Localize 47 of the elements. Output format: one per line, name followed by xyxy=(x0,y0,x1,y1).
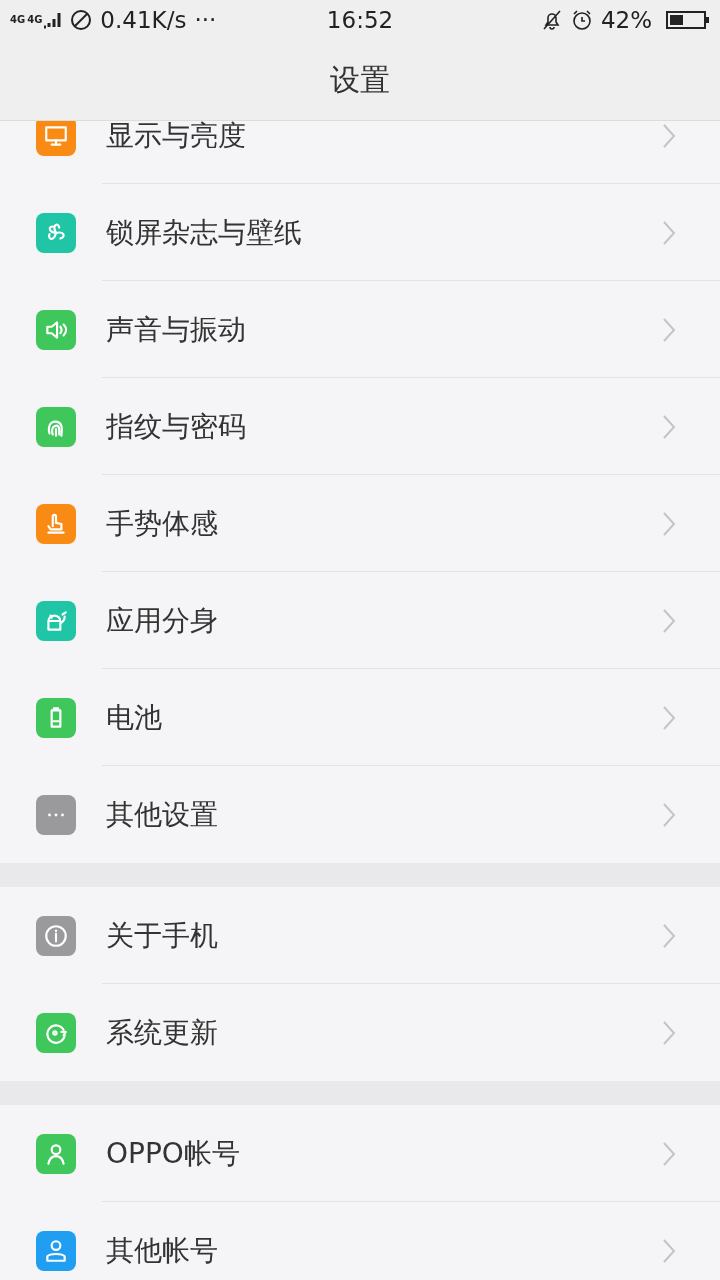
settings-item[interactable]: 手势体感 xyxy=(0,475,720,572)
chevron-right-icon xyxy=(662,1140,676,1167)
item-label: 锁屏杂志与壁纸 xyxy=(106,214,303,251)
item-label: OPPO帐号 xyxy=(106,1135,241,1172)
chevron-right-icon xyxy=(662,219,676,246)
item-label: 声音与振动 xyxy=(106,311,247,348)
settings-item[interactable]: 锁屏杂志与壁纸 xyxy=(0,184,720,281)
settings-item[interactable]: 声音与振动 xyxy=(0,281,720,378)
chevron-right-icon xyxy=(662,801,676,828)
item-label: 关于手机 xyxy=(106,917,219,954)
item-label: 系统更新 xyxy=(106,1014,219,1051)
settings-item[interactable]: OPPO帐号 xyxy=(0,1105,720,1202)
settings-item[interactable]: 电池 xyxy=(0,669,720,766)
settings-item[interactable]: 应用分身 xyxy=(0,572,720,669)
chevron-right-icon xyxy=(662,1019,676,1046)
item-label: 电池 xyxy=(106,699,163,736)
settings-item[interactable]: 显示与亮度 xyxy=(0,121,720,184)
muted-bell-icon xyxy=(540,9,563,31)
network-label: 4G xyxy=(27,15,43,25)
settings-item[interactable]: 其他设置 xyxy=(0,766,720,863)
settings-item[interactable]: 指纹与密码 xyxy=(0,378,720,475)
blocked-icon xyxy=(70,9,93,31)
settings-item[interactable]: 系统更新 xyxy=(0,984,720,1081)
chevron-right-icon xyxy=(662,413,676,440)
chevron-right-icon xyxy=(662,122,676,149)
network-speed: 0.41K/s xyxy=(100,7,187,33)
network-label: 4G xyxy=(10,15,26,25)
item-label: 其他设置 xyxy=(106,796,219,833)
item-label: 指纹与密码 xyxy=(106,408,247,445)
chevron-right-icon xyxy=(662,704,676,731)
page-title: 设置 xyxy=(330,60,390,99)
clock-time: 16:52 xyxy=(326,7,394,33)
alarm-icon xyxy=(570,9,593,31)
chevron-right-icon xyxy=(662,316,676,343)
chevron-right-icon xyxy=(662,607,676,634)
battery-icon xyxy=(666,10,710,30)
more-indicator: ··· xyxy=(194,7,217,33)
settings-item[interactable]: 其他帐号 xyxy=(0,1202,720,1280)
chevron-right-icon xyxy=(662,510,676,537)
item-label: 其他帐号 xyxy=(106,1232,219,1269)
item-label: 应用分身 xyxy=(106,602,219,639)
chevron-right-icon xyxy=(662,922,676,949)
item-label: 显示与亮度 xyxy=(106,121,247,154)
item-label: 手势体感 xyxy=(106,505,219,542)
battery-percent: 42% xyxy=(600,7,652,33)
chevron-right-icon xyxy=(662,1237,676,1264)
settings-item[interactable]: 关于手机 xyxy=(0,887,720,984)
